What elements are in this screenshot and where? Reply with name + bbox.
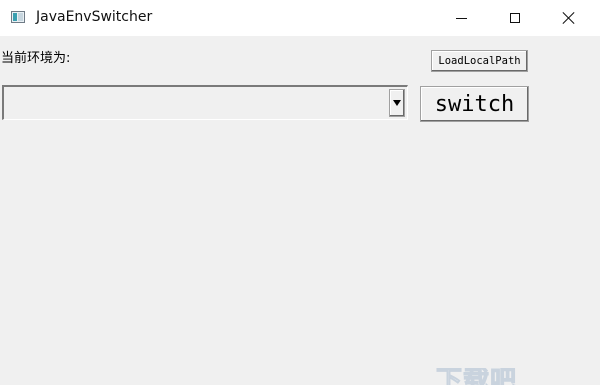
current-env-label: 当前环境为:: [1, 51, 71, 66]
title-bar[interactable]: JavaEnvSwitcher: [0, 0, 600, 36]
minimize-button[interactable]: [438, 0, 484, 36]
window-title: JavaEnvSwitcher: [36, 9, 153, 25]
load-local-path-button[interactable]: LoadLocalPath: [431, 50, 528, 72]
close-icon: [562, 11, 576, 25]
switch-button[interactable]: switch: [420, 86, 529, 122]
minimize-icon: [455, 17, 467, 19]
dropdown-button[interactable]: [389, 89, 405, 117]
env-select[interactable]: [2, 85, 408, 120]
maximize-icon: [510, 13, 520, 23]
java-app-icon: [11, 11, 25, 23]
chevron-down-icon: [393, 100, 401, 106]
watermark: 下载吧: [436, 368, 518, 385]
close-button[interactable]: [546, 0, 592, 36]
maximize-button[interactable]: [492, 0, 538, 36]
app-window: JavaEnvSwitcher 当前环境为: LoadLocalPath swi…: [0, 0, 600, 385]
